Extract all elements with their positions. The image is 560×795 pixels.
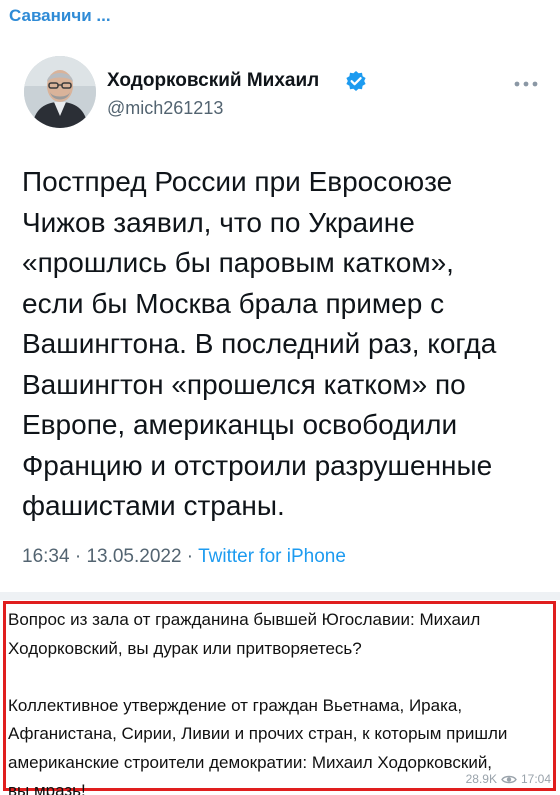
verified-badge-icon [346,71,366,91]
message-highlight: Вопрос из зала от гражданина бывшей Югос… [3,601,556,795]
message-time: 17:04 [520,772,551,786]
tweet-meta: 16:34 · 13.05.2022 · Twitter for iPhone [22,546,346,568]
meta-separator: · [181,546,199,567]
author-name[interactable]: Ходорковский Михаил [107,70,319,92]
divider [0,592,560,600]
more-options-icon[interactable] [513,80,539,88]
message-text: Вопрос из зала от гражданина бывшей Югос… [8,610,508,795]
message-meta: 28.9K 17:04 [466,771,551,787]
tweet-date: 13.05.2022 [86,546,182,567]
views-count: 28.9K [465,772,497,786]
tweet-source-link[interactable]: Twitter for iPhone [198,546,346,567]
eye-icon [501,775,517,783]
tweet-time: 16:34 [22,546,70,567]
channel-title[interactable]: Саваничи ... [9,6,111,26]
avatar[interactable] [24,56,96,128]
meta-separator: · [69,546,87,567]
tweet-text: Постпред России при Евросоюзе Чижов заяв… [22,166,497,521]
avatar-photo [24,56,96,128]
author-handle[interactable]: @mich261213 [107,98,223,119]
